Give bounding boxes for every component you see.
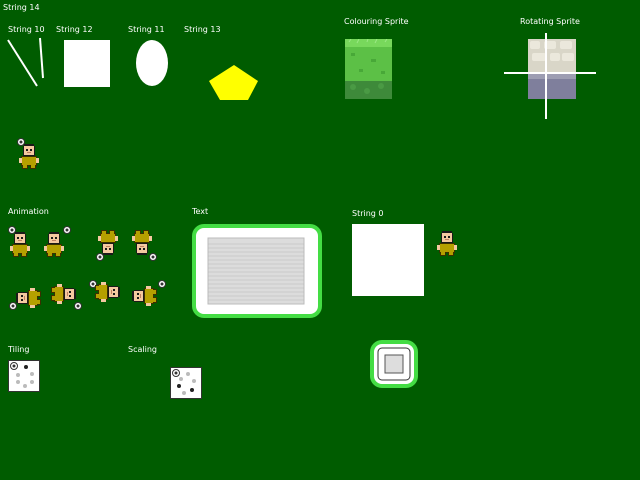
animation-frame-4 (132, 230, 157, 261)
white-square-shape (64, 40, 110, 87)
label-string-11: String 11 (128, 25, 165, 34)
animation-frame-6 (51, 284, 82, 310)
label-animation: Animation (8, 207, 49, 216)
label-string-10: String 10 (8, 25, 45, 34)
label-colouring-sprite: Colouring Sprite (344, 17, 409, 26)
animation-frame-1 (8, 226, 30, 257)
animation-frame-8 (132, 280, 166, 306)
lines-shape (7, 37, 44, 87)
label-scaling: Scaling (128, 345, 157, 354)
small-panel-frame (370, 340, 418, 388)
white-square-string-0 (352, 224, 424, 296)
text-panel-frame (192, 224, 322, 318)
character-sprite (17, 138, 39, 169)
label-tiling: Tiling (8, 345, 30, 354)
animation-frame-5 (9, 288, 41, 310)
grass-block-sprite (345, 39, 392, 99)
scaling-sprite (170, 367, 202, 399)
label-string-13: String 13 (184, 25, 221, 34)
animation-frame-3 (96, 230, 118, 261)
white-ellipse-shape (136, 40, 168, 86)
stone-block-sprite (504, 33, 596, 119)
character-sprite-small (437, 231, 457, 256)
animation-frame-7 (89, 280, 120, 302)
label-text: Text (192, 207, 209, 216)
yellow-pentagon-shape (209, 65, 258, 100)
animation-frame-2 (44, 226, 71, 257)
label-rotating-sprite: Rotating Sprite (520, 17, 580, 26)
label-string-0: String 0 (352, 209, 384, 218)
label-string-14: String 14 (3, 3, 40, 12)
tiling-sprite (8, 360, 40, 392)
label-string-12: String 12 (56, 25, 93, 34)
